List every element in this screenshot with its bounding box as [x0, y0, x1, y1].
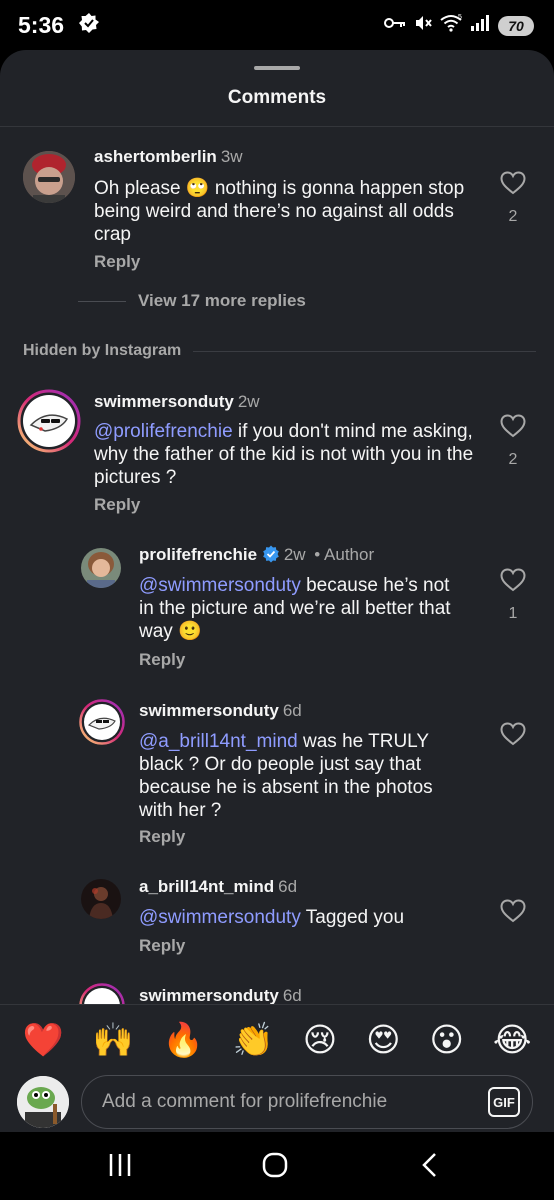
heart-outline-icon[interactable] [500, 171, 526, 200]
emoji-crying[interactable]: 😢 [303, 1023, 337, 1056]
emoji-raised-hands[interactable]: 🙌 [93, 1023, 134, 1056]
like-count: 2 [508, 451, 518, 468]
comment-timestamp: 6d [282, 701, 302, 720]
wifi-icon: 5 [440, 14, 462, 37]
comment-timestamp: 2w [283, 545, 306, 564]
emoji-quick-bar: ❤️ 🙌 🔥 👏 😢 😍 😮 😂 [0, 1004, 554, 1074]
status-time: 5:36 [18, 12, 65, 38]
emoji-surprised[interactable]: 😮 [429, 1023, 463, 1056]
avatar[interactable] [81, 548, 121, 588]
signal-icon [470, 15, 490, 36]
sheet-title: Comments [227, 87, 327, 108]
comment-input[interactable]: Add a comment for prolifefrenchie GIF [81, 1075, 533, 1129]
mention-link[interactable]: @swimmersonduty [139, 575, 301, 596]
eye-roll-emoji: 🙄 [185, 178, 210, 199]
comment-text: @swimmersonduty because he’s not in the … [139, 574, 469, 643]
network-label: 5 [458, 14, 462, 21]
divider [193, 350, 536, 352]
comment-timestamp: 6d [282, 986, 302, 1005]
hidden-by-instagram-label: Hidden by Instagram [23, 342, 182, 359]
hidden-by-instagram-section: Hidden by Instagram [23, 342, 536, 360]
system-navigation-bar [0, 1132, 554, 1200]
comments-sheet: Comments ashertomberlin 3w Oh please 🙄 no… [0, 50, 554, 1132]
current-user-avatar[interactable] [17, 1076, 69, 1128]
comment-username[interactable]: swimmersonduty [139, 986, 279, 1005]
avatar[interactable] [23, 151, 75, 203]
reply-button[interactable]: Reply [139, 650, 185, 670]
emoji-heart[interactable]: ❤️ [22, 1023, 63, 1056]
emoji-clapping[interactable]: 👏 [233, 1023, 274, 1056]
comment-timestamp: 2w [237, 392, 260, 411]
comment-timestamp: 3w [220, 147, 243, 166]
mention-link[interactable]: @a_brill14nt_mind [139, 731, 298, 752]
reply-button[interactable]: Reply [94, 495, 140, 515]
recents-icon[interactable] [108, 1152, 132, 1183]
like-count: 2 [508, 208, 518, 225]
divider [0, 126, 554, 127]
notification-check-icon [78, 12, 100, 39]
comment-username[interactable]: swimmersonduty [139, 701, 279, 720]
comment-composer: Add a comment for prolifefrenchie GIF [0, 1073, 554, 1132]
smile-emoji: 🙂 [178, 621, 202, 642]
avatar[interactable] [79, 699, 125, 745]
view-more-replies-label: View 17 more replies [138, 291, 306, 310]
comment-input-placeholder: Add a comment for prolifefrenchie [102, 1091, 388, 1112]
emoji-heart-eyes[interactable]: 😍 [366, 1023, 400, 1056]
gif-button[interactable]: GIF [488, 1087, 520, 1117]
comment-text: @prolifefrenchie if you don't mind me as… [94, 420, 484, 489]
battery-indicator: 70 [498, 15, 534, 36]
like-count: 1 [508, 605, 518, 622]
comment-username[interactable]: prolifefrenchie [139, 545, 257, 564]
reply-button[interactable]: Reply [139, 827, 185, 847]
key-icon [384, 16, 406, 35]
comment-username[interactable]: a_brill14nt_mind [139, 877, 274, 896]
heart-outline-icon[interactable] [500, 899, 526, 928]
comment-text: @swimmersonduty Tagged you [139, 906, 469, 929]
comment-text-part: Tagged you [300, 907, 405, 928]
avatar[interactable] [17, 389, 81, 453]
status-bar: 5:36 5 70 [0, 0, 554, 52]
mute-icon [414, 14, 432, 37]
comment-timestamp: 6d [278, 877, 298, 896]
verified-badge-icon [262, 545, 280, 568]
reply-button[interactable]: Reply [94, 252, 140, 272]
mention-link[interactable]: @swimmersonduty [139, 907, 301, 928]
comment-username[interactable]: swimmersonduty [94, 392, 234, 411]
reply-button[interactable]: Reply [139, 936, 185, 956]
view-more-replies-button[interactable]: View 17 more replies [78, 291, 306, 311]
divider [78, 300, 126, 302]
heart-outline-icon[interactable] [500, 568, 526, 597]
sheet-drag-handle[interactable] [254, 66, 300, 70]
comment-text-part: Oh please [94, 178, 186, 199]
emoji-fire[interactable]: 🔥 [163, 1023, 204, 1056]
avatar[interactable] [81, 879, 121, 919]
emoji-laughing[interactable]: 😂 [493, 1023, 532, 1056]
comment-text: Oh please 🙄 nothing is gonna happen stop… [94, 177, 484, 246]
home-icon[interactable] [262, 1152, 288, 1183]
comment-username[interactable]: ashertomberlin [94, 147, 217, 166]
comment-text: @a_brill14nt_mind was he TRULY black ? O… [139, 730, 469, 822]
back-icon[interactable] [420, 1152, 440, 1183]
heart-outline-icon[interactable] [500, 722, 526, 751]
author-tag: • Author [314, 545, 375, 564]
heart-outline-icon[interactable] [500, 414, 526, 443]
mention-link[interactable]: @prolifefrenchie [94, 421, 233, 442]
